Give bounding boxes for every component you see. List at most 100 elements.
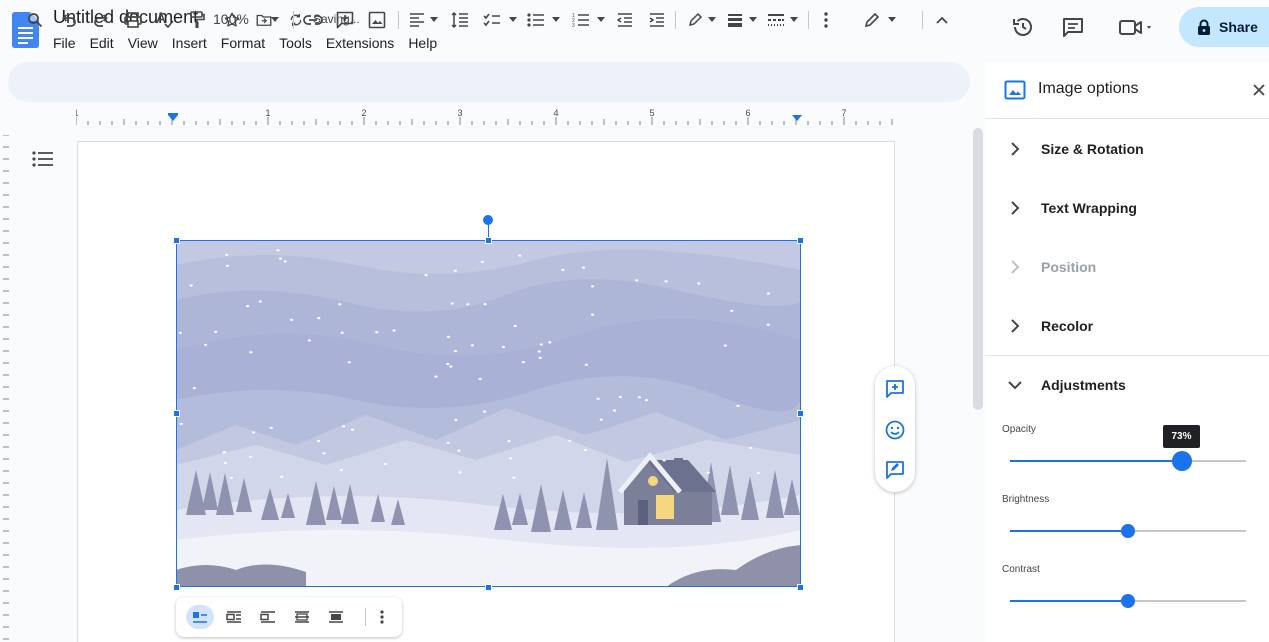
resize-handle-top[interactable] <box>485 237 492 244</box>
print-icon[interactable] <box>122 9 144 31</box>
resize-handle-right[interactable] <box>797 410 804 417</box>
resize-handle-bottom-right[interactable] <box>797 584 804 591</box>
add-comment-icon[interactable] <box>334 9 356 31</box>
snowflake <box>249 455 253 458</box>
resize-handle-bottom[interactable] <box>485 584 492 591</box>
numbered-list-icon[interactable]: 123 <box>570 9 592 31</box>
snowflake <box>453 349 458 353</box>
vertical-ruler[interactable] <box>0 135 10 642</box>
snowflake <box>507 440 511 443</box>
menu-extensions[interactable]: Extensions <box>319 34 401 52</box>
add-emoji-reaction-icon[interactable] <box>884 419 906 441</box>
menu-view[interactable]: View <box>121 34 165 52</box>
increase-indent-icon[interactable] <box>646 9 668 31</box>
comments-icon[interactable] <box>1058 12 1088 42</box>
section-recolor[interactable]: Recolor <box>1005 314 1255 338</box>
ruler-number: 2 <box>361 108 366 118</box>
paint-format-icon[interactable] <box>186 9 208 31</box>
resize-handle-left[interactable] <box>173 410 180 417</box>
menu-format[interactable]: Format <box>214 34 272 52</box>
winter-scene-illustration <box>176 240 801 587</box>
hide-menus-icon[interactable] <box>931 9 953 31</box>
section-adjustments[interactable]: Adjustments <box>1005 373 1255 397</box>
opacity-slider-thumb[interactable] <box>1172 451 1192 471</box>
chevron-down-icon <box>1005 375 1025 395</box>
suggest-edits-icon[interactable] <box>884 459 906 481</box>
document-outline-icon[interactable] <box>32 150 54 168</box>
snowflake <box>322 452 326 455</box>
resize-handle-top-right[interactable] <box>797 237 804 244</box>
share-label: Share <box>1219 19 1258 35</box>
border-weight-icon[interactable] <box>724 9 746 31</box>
opacity-slider[interactable] <box>1010 451 1246 471</box>
menu-insert[interactable]: Insert <box>165 34 214 52</box>
snowflake <box>596 397 600 400</box>
editing-mode-icon[interactable] <box>861 9 883 31</box>
in-front-of-text-icon[interactable] <box>322 605 350 629</box>
insert-image-icon[interactable] <box>366 9 388 31</box>
snowflake <box>723 344 727 347</box>
more-options-icon[interactable] <box>815 9 837 31</box>
main-toolbar <box>8 62 970 102</box>
version-history-icon[interactable] <box>1008 12 1038 42</box>
redo-icon[interactable] <box>90 9 112 31</box>
right-indent-marker[interactable] <box>792 115 802 121</box>
resize-handle-top-left[interactable] <box>173 237 180 244</box>
panel-title: Image options <box>1038 80 1139 97</box>
first-line-indent-marker[interactable] <box>168 113 178 115</box>
snowflake <box>289 318 294 321</box>
contrast-slider-thumb[interactable] <box>1121 594 1135 608</box>
bulleted-list-icon[interactable] <box>525 9 547 31</box>
snowflake <box>612 409 616 412</box>
image-more-options-icon[interactable] <box>368 605 396 629</box>
section-size-rotation[interactable]: Size & Rotation <box>1005 137 1255 161</box>
snowflake <box>280 475 284 478</box>
brightness-slider[interactable] <box>1010 524 1246 538</box>
insert-link-icon[interactable] <box>302 9 324 31</box>
line-spacing-icon[interactable] <box>449 9 471 31</box>
meet-icon[interactable] <box>1114 12 1160 42</box>
wrap-text-icon[interactable] <box>220 605 248 629</box>
horizontal-ruler[interactable]: 1 1 2 3 4 5 6 7 <box>76 108 896 126</box>
contrast-slider[interactable] <box>1010 594 1246 608</box>
snowflake <box>482 410 487 413</box>
checklist-icon[interactable] <box>481 9 503 31</box>
winter-landscape-image[interactable] <box>176 240 801 587</box>
add-comment-float-icon[interactable] <box>884 378 906 400</box>
align-left-icon[interactable] <box>406 9 428 31</box>
zoom-select[interactable]: 100% <box>213 11 249 27</box>
border-dash-caret-icon <box>790 17 798 22</box>
border-dash-icon[interactable] <box>765 9 787 31</box>
decrease-indent-icon[interactable] <box>614 9 636 31</box>
left-indent-marker[interactable] <box>168 115 178 121</box>
rotate-handle[interactable] <box>483 215 493 225</box>
close-icon[interactable] <box>1250 81 1268 99</box>
break-text-icon[interactable] <box>254 605 282 629</box>
border-color-icon[interactable] <box>684 9 706 31</box>
snowflake <box>548 341 552 344</box>
menu-file[interactable]: File <box>46 34 83 52</box>
menu-help[interactable]: Help <box>401 34 444 52</box>
undo-icon[interactable] <box>58 9 80 31</box>
snowflake <box>706 471 710 474</box>
snowflake <box>229 476 233 479</box>
vertical-scrollbar[interactable] <box>973 128 983 410</box>
snowflake <box>501 345 505 349</box>
snowflake <box>756 472 760 475</box>
spellcheck-icon[interactable] <box>154 9 176 31</box>
brightness-slider-thumb[interactable] <box>1121 524 1135 538</box>
wrap-inline-icon[interactable] <box>186 605 214 629</box>
snowflake <box>383 462 387 466</box>
menu-tools[interactable]: Tools <box>272 34 319 52</box>
behind-text-icon[interactable] <box>288 605 316 629</box>
share-button[interactable]: Share <box>1179 7 1269 47</box>
snowflake <box>637 396 641 399</box>
menu-edit[interactable]: Edit <box>83 34 121 52</box>
toolbar-divider <box>808 11 809 29</box>
resize-handle-bottom-left[interactable] <box>173 584 180 591</box>
snowflake <box>518 254 522 257</box>
snowflake <box>483 303 487 306</box>
search-icon[interactable] <box>24 9 46 31</box>
section-text-wrapping[interactable]: Text Wrapping <box>1005 196 1255 220</box>
snowflake <box>342 425 346 428</box>
